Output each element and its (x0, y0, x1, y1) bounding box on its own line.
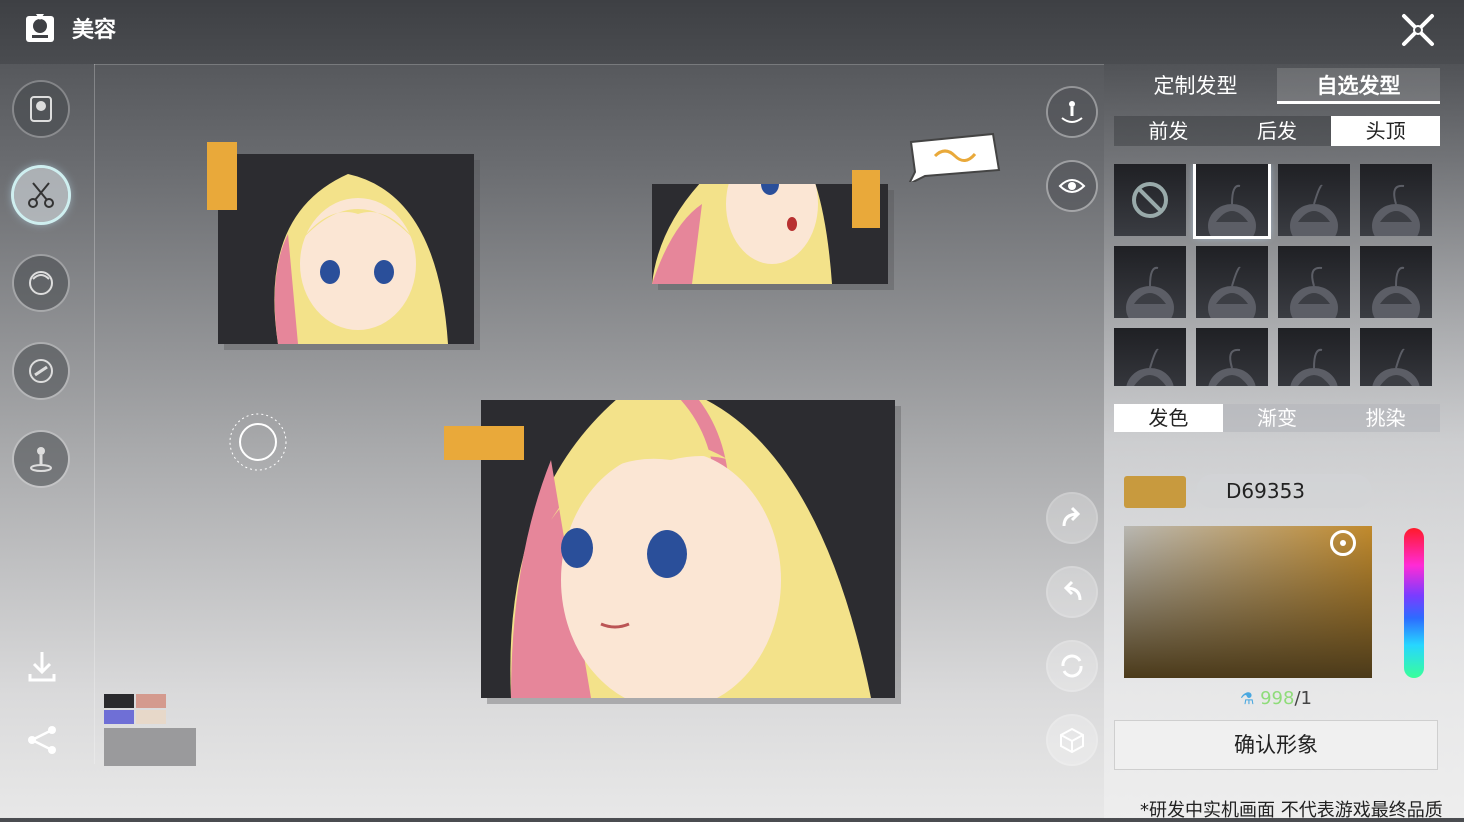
hair-style-icon (1126, 348, 1174, 386)
hair-option[interactable] (1114, 164, 1186, 236)
hair-style-icon (1290, 184, 1338, 248)
hair-option[interactable] (1278, 246, 1350, 330)
color-mode-tabs: 发色 渐变 挑染 (1114, 404, 1440, 432)
top-bar: 美容 (0, 0, 1464, 64)
cost-total: 1 (1300, 688, 1312, 709)
confirm-appearance-button[interactable]: 确认形象 (1114, 720, 1438, 770)
undo-icon (1063, 580, 1082, 601)
random-button[interactable] (1048, 716, 1096, 764)
cost-amount: 998 (1260, 688, 1295, 709)
divider (94, 64, 1104, 65)
hair-style-icon (1372, 348, 1420, 386)
potion-icon: ⚗ (1240, 689, 1255, 708)
portrait-card (218, 154, 474, 344)
beauty-logo-icon (26, 14, 54, 42)
color-picker-area[interactable] (1124, 526, 1372, 678)
tab-preset-hairstyle[interactable]: 自选发型 (1277, 68, 1440, 104)
color-picker-knob[interactable] (1330, 530, 1356, 556)
tab-highlight[interactable]: 挑染 (1331, 404, 1440, 432)
hair-style-icon (1372, 266, 1420, 330)
hairstyle-mode-tabs: 定制发型 自选发型 (1114, 68, 1440, 104)
hair-style-icon (1208, 266, 1256, 330)
tab-gradient[interactable]: 渐变 (1223, 404, 1332, 432)
scissors-icon (28, 182, 54, 208)
hair-option[interactable] (1360, 328, 1432, 386)
close-icon[interactable] (1396, 8, 1440, 52)
hair-salon-button[interactable] (14, 168, 68, 222)
hair-option[interactable] (1196, 328, 1268, 386)
hair-option[interactable] (1196, 164, 1268, 248)
hair-style-icon (1208, 348, 1256, 386)
hair-option[interactable] (1360, 164, 1432, 248)
hair-option[interactable] (1278, 328, 1350, 386)
reset-icon (1061, 654, 1083, 678)
speech-bubble (908, 132, 1001, 182)
hair-style-icon (1126, 266, 1174, 330)
character-portrait (481, 400, 895, 698)
makeup-button[interactable] (14, 256, 68, 310)
figure-icon (30, 447, 52, 472)
hair-option[interactable] (1196, 246, 1268, 330)
hair-option[interactable] (1278, 164, 1350, 248)
hair-style-icon (1208, 184, 1256, 248)
palette-deco (104, 694, 196, 766)
face-icon (29, 271, 53, 295)
none-option-icon (1132, 182, 1168, 218)
pose-button[interactable] (14, 432, 68, 486)
color-swatch[interactable] (1124, 476, 1186, 508)
page-title: 美容 (72, 18, 117, 43)
accessory-button[interactable] (14, 344, 68, 398)
tab-hair-color[interactable]: 发色 (1114, 404, 1223, 432)
hair-style-icon (1290, 348, 1338, 386)
download-icon[interactable] (22, 646, 62, 686)
hair-style-icon (1290, 266, 1338, 330)
character-portrait (218, 154, 474, 344)
redo-icon (1062, 506, 1081, 527)
disclaimer-text: *研发中实机画面 不代表游戏最终品质 (1140, 800, 1443, 821)
toggle-view-button[interactable] (1048, 162, 1096, 210)
hair-option[interactable] (1114, 246, 1186, 330)
sun-emblem-icon (229, 413, 287, 471)
redo-button[interactable] (1048, 494, 1096, 542)
rotate-model-button[interactable] (1048, 88, 1096, 136)
hair-option[interactable] (1114, 328, 1186, 386)
decor-tag (207, 142, 237, 210)
undo-button[interactable] (1048, 568, 1096, 616)
reset-button[interactable] (1048, 642, 1096, 690)
cost-display: ⚗ 998/1 (1240, 688, 1312, 709)
hair-style-icon (1372, 184, 1420, 248)
tab-top-hair[interactable]: 头顶 (1331, 116, 1441, 146)
outfit-button[interactable] (14, 82, 68, 136)
main-portrait-card (481, 400, 895, 698)
eye-icon (1058, 179, 1086, 193)
compass-icon (29, 359, 53, 383)
decor-tag (444, 426, 524, 460)
outfit-icon (30, 96, 52, 122)
hair-option[interactable] (1360, 246, 1432, 330)
hair-part-tabs: 前发 后发 头顶 (1114, 116, 1441, 146)
dice-icon (1060, 727, 1084, 754)
tab-custom-hairstyle[interactable]: 定制发型 (1114, 68, 1277, 104)
divider (94, 64, 95, 764)
hair-option-grid (1114, 164, 1436, 386)
hue-slider[interactable] (1404, 528, 1424, 678)
rotate-figure-icon (1061, 101, 1083, 123)
share-icon[interactable] (22, 720, 62, 760)
tab-front-hair[interactable]: 前发 (1114, 116, 1223, 146)
decor-tag (852, 170, 880, 228)
tab-back-hair[interactable]: 后发 (1223, 116, 1332, 146)
hex-color-field[interactable]: D69353 (1196, 474, 1372, 508)
